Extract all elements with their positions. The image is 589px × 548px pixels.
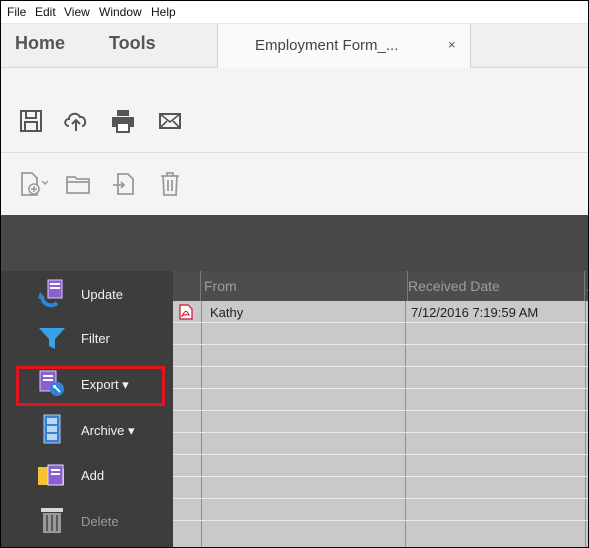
save-icon[interactable]: [18, 108, 44, 134]
add-file-icon[interactable]: [18, 171, 50, 197]
table-header: From Received Date A: [173, 271, 588, 301]
export-highlight-box: [16, 366, 165, 406]
main-toolbar: [1, 68, 588, 153]
panel-header-band: [1, 215, 588, 271]
menu-edit[interactable]: Edit: [35, 5, 56, 19]
folder-icon[interactable]: [65, 171, 91, 197]
update-button[interactable]: Update: [37, 278, 167, 310]
cell-received-date: 7/12/2016 7:19:59 AM: [411, 305, 539, 320]
cell-from: Kathy: [210, 305, 244, 320]
header-from[interactable]: From: [201, 271, 408, 301]
trash-icon[interactable]: [157, 171, 183, 197]
tab-home[interactable]: Home: [15, 33, 65, 54]
table-row[interactable]: Kathy 7/12/2016 7:19:59 AM: [173, 301, 588, 322]
row-divider: [173, 322, 588, 323]
column-divider: [201, 301, 202, 547]
email-icon[interactable]: [157, 108, 183, 134]
row-divider: [173, 388, 588, 389]
app-window: File Edit View Window Help Home Tools Em…: [0, 0, 589, 548]
add-button[interactable]: Add: [37, 459, 167, 491]
message-table: From Received Date A Kathy 7/12/2016 7:1…: [173, 271, 588, 547]
add-label: Add: [81, 468, 105, 483]
trash-bin-icon: [37, 505, 67, 535]
pdf-file-icon: [179, 304, 193, 320]
menu-file[interactable]: File: [7, 5, 26, 19]
filter-button[interactable]: Filter: [37, 322, 167, 354]
menu-bar: File Edit View Window Help: [1, 1, 588, 24]
secondary-toolbar: [1, 153, 588, 215]
menu-help[interactable]: Help: [151, 5, 176, 19]
column-divider: [405, 301, 406, 547]
update-label: Update: [81, 287, 123, 302]
row-divider: [173, 432, 588, 433]
menu-view[interactable]: View: [64, 5, 90, 19]
tab-bar: Home Tools Employment Form_... ×: [1, 24, 588, 68]
action-panel: Update Filter Export ▾ Archive ▾ Add Del…: [1, 271, 173, 547]
tab-tools[interactable]: Tools: [109, 33, 156, 54]
archive-label: Archive ▾: [81, 423, 135, 438]
close-tab-icon[interactable]: ×: [448, 37, 456, 52]
archive-icon: [37, 414, 67, 444]
row-divider: [173, 520, 588, 521]
archive-button[interactable]: Archive ▾: [37, 414, 167, 446]
filter-icon: [37, 322, 67, 352]
document-tab-label: Employment Form_...: [255, 37, 399, 54]
row-divider: [173, 498, 588, 499]
row-divider: [173, 454, 588, 455]
add-folder-icon: [37, 459, 67, 489]
update-icon: [37, 278, 67, 308]
header-next-col[interactable]: A: [585, 271, 588, 301]
tab-document[interactable]: Employment Form_... ×: [217, 24, 471, 68]
column-divider: [585, 301, 586, 547]
row-divider: [173, 410, 588, 411]
row-divider: [173, 476, 588, 477]
menu-window[interactable]: Window: [99, 5, 142, 19]
print-icon[interactable]: [110, 108, 136, 134]
header-icon-col: [173, 271, 201, 301]
header-received-date[interactable]: Received Date: [405, 271, 585, 301]
row-divider: [173, 366, 588, 367]
delete-button[interactable]: Delete: [37, 505, 167, 537]
filter-label: Filter: [81, 331, 110, 346]
row-divider: [173, 344, 588, 345]
upload-cloud-icon[interactable]: [63, 108, 89, 134]
delete-label: Delete: [81, 514, 119, 529]
export-doc-icon[interactable]: [111, 171, 137, 197]
